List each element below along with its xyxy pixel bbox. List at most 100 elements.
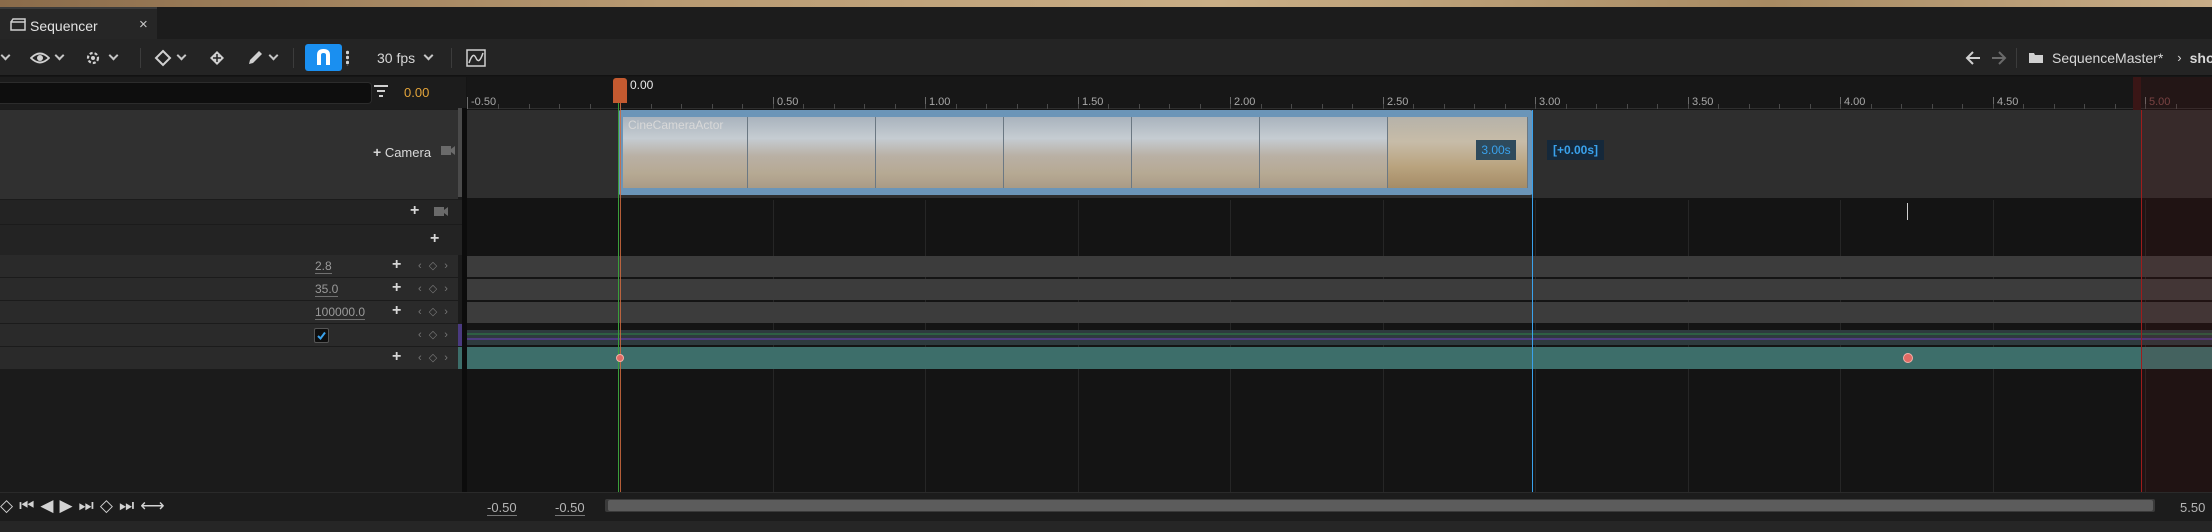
ruler-tick-label: -0.50 [471, 96, 497, 108]
camera-cut-icon[interactable] [440, 143, 456, 162]
add-key-button[interactable]: + [392, 280, 401, 296]
forward-button[interactable] [1991, 39, 2007, 76]
key-nav-buttons[interactable]: ‹ ◇ › [418, 328, 450, 341]
ruler-minor-tick [1871, 104, 1872, 109]
ruler-minor-tick [1017, 104, 1018, 109]
focus-distance-field[interactable]: 100000.0 [315, 305, 366, 320]
snapping-options-button[interactable] [346, 39, 349, 76]
keyframe[interactable] [616, 354, 624, 362]
playback-start-marker[interactable] [618, 103, 619, 492]
back-button[interactable] [1965, 39, 1981, 76]
add-camera-button[interactable]: + Camera [373, 144, 431, 160]
view-end-field[interactable]: 5.50 [2180, 500, 2205, 515]
magnet-icon [317, 49, 330, 65]
bool-curve [467, 333, 2212, 335]
thumbnail [748, 117, 876, 188]
loop-icon[interactable]: ⟷ [140, 496, 170, 515]
next-key-icon[interactable]: ◇ [100, 496, 119, 515]
add-track-button[interactable]: + [430, 231, 439, 247]
eye-icon [30, 52, 50, 63]
checkmark-icon [317, 331, 326, 341]
ruler-tick-label: 1.50 [1082, 96, 1104, 108]
playhead-handle[interactable] [613, 78, 627, 103]
plus-icon: + [373, 144, 382, 160]
time-ruler[interactable] [467, 77, 2212, 109]
section-end-line [1532, 110, 1533, 492]
window-top-strip [0, 0, 2212, 7]
grid-line [1383, 200, 1384, 492]
focal-length-lane[interactable] [467, 279, 2212, 300]
jump-to-end-icon[interactable]: ⏭ [119, 496, 140, 515]
jump-to-start-icon[interactable]: ◇ [0, 496, 19, 515]
draw-dropdown[interactable] [246, 39, 279, 76]
close-icon[interactable]: × [139, 16, 148, 33]
current-time-field[interactable]: 0.00 [404, 85, 429, 100]
add-track-button[interactable]: + [410, 203, 419, 219]
forward-arrow-icon [1992, 50, 2007, 65]
ruler-minor-tick [498, 104, 499, 109]
ruler-minor-tick [1078, 104, 1079, 109]
grid-line [773, 200, 774, 492]
property-checkbox[interactable] [314, 328, 329, 343]
ruler-minor-tick [1322, 104, 1323, 109]
property-row[interactable] [0, 301, 458, 323]
key-nav-buttons[interactable]: ‹ ◇ › [418, 259, 450, 272]
search-input[interactable] [0, 82, 372, 104]
view-start-field[interactable]: -0.50 [487, 500, 517, 516]
transform-lane[interactable] [467, 347, 2212, 369]
curve-editor-button[interactable] [466, 39, 486, 76]
tab-sequencer[interactable]: Sequencer × [0, 7, 157, 39]
curve-editor-icon [466, 48, 486, 67]
view-options-dropdown[interactable] [30, 39, 65, 76]
property-row[interactable] [0, 347, 458, 369]
property-row[interactable] [0, 255, 458, 277]
keyframe-icon [154, 49, 172, 66]
property-row[interactable] [0, 278, 458, 300]
keyframe[interactable] [1903, 353, 1913, 363]
aperture-lane[interactable] [467, 256, 2212, 277]
grid-line [925, 200, 926, 492]
play-icon[interactable]: ▶ [59, 496, 78, 515]
thumbnail [1260, 117, 1388, 188]
key-nav-buttons[interactable]: ‹ ◇ › [418, 282, 450, 295]
ruler-minor-tick [1962, 104, 1963, 109]
ruler-minor-tick [1566, 104, 1567, 109]
scrollbar-thumb[interactable] [608, 500, 2153, 511]
add-key-button[interactable]: + [392, 303, 401, 319]
snapping-toggle[interactable] [305, 44, 342, 71]
add-key-button[interactable]: + [392, 257, 401, 273]
ruler-minor-tick [2084, 104, 2085, 109]
playback-options-dropdown[interactable] [0, 39, 11, 76]
key-nav-buttons[interactable]: ‹ ◇ › [418, 305, 450, 318]
aperture-field[interactable]: 2.8 [315, 259, 332, 274]
thumbnail [1132, 117, 1260, 188]
ruler-minor-tick [1840, 104, 1841, 109]
frame-rate-dropdown[interactable]: 30 fps [377, 39, 434, 76]
settings-dropdown[interactable] [84, 39, 119, 76]
step-back-icon[interactable]: ⏮ [19, 496, 40, 515]
ruler-minor-tick [1261, 104, 1262, 109]
component-track-row[interactable] [0, 225, 462, 255]
ruler-minor-tick [681, 104, 682, 109]
focal-length-field[interactable]: 35.0 [315, 282, 339, 297]
ruler-minor-tick [1901, 104, 1902, 109]
ruler-minor-tick [2115, 104, 2116, 109]
focus-distance-lane[interactable] [467, 302, 2212, 323]
step-forward-icon[interactable]: ⏭ [79, 496, 100, 515]
ruler-minor-tick [1108, 104, 1109, 109]
key-nav-buttons[interactable]: ‹ ◇ › [418, 351, 450, 364]
camera-cut-icon[interactable] [433, 204, 449, 223]
ruler-minor-tick [803, 104, 804, 109]
key-interpolation-dropdown[interactable] [154, 39, 187, 76]
actor-track-row[interactable] [0, 200, 462, 224]
working-start-field[interactable]: -0.50 [555, 500, 585, 516]
add-key-button[interactable]: + [392, 349, 401, 365]
playback-end-marker[interactable] [2141, 110, 2142, 492]
filter-button[interactable] [373, 84, 389, 103]
property-row[interactable] [0, 324, 458, 346]
add-key-button[interactable] [208, 39, 226, 76]
transport-controls: ◇⏮◀▶⏭◇⏭⟷ [0, 496, 171, 516]
play-reverse-icon[interactable]: ◀ [40, 496, 59, 515]
breadcrumb-shot[interactable]: sho [2190, 50, 2212, 66]
breadcrumb-sequence[interactable]: SequenceMaster* [2052, 50, 2163, 66]
